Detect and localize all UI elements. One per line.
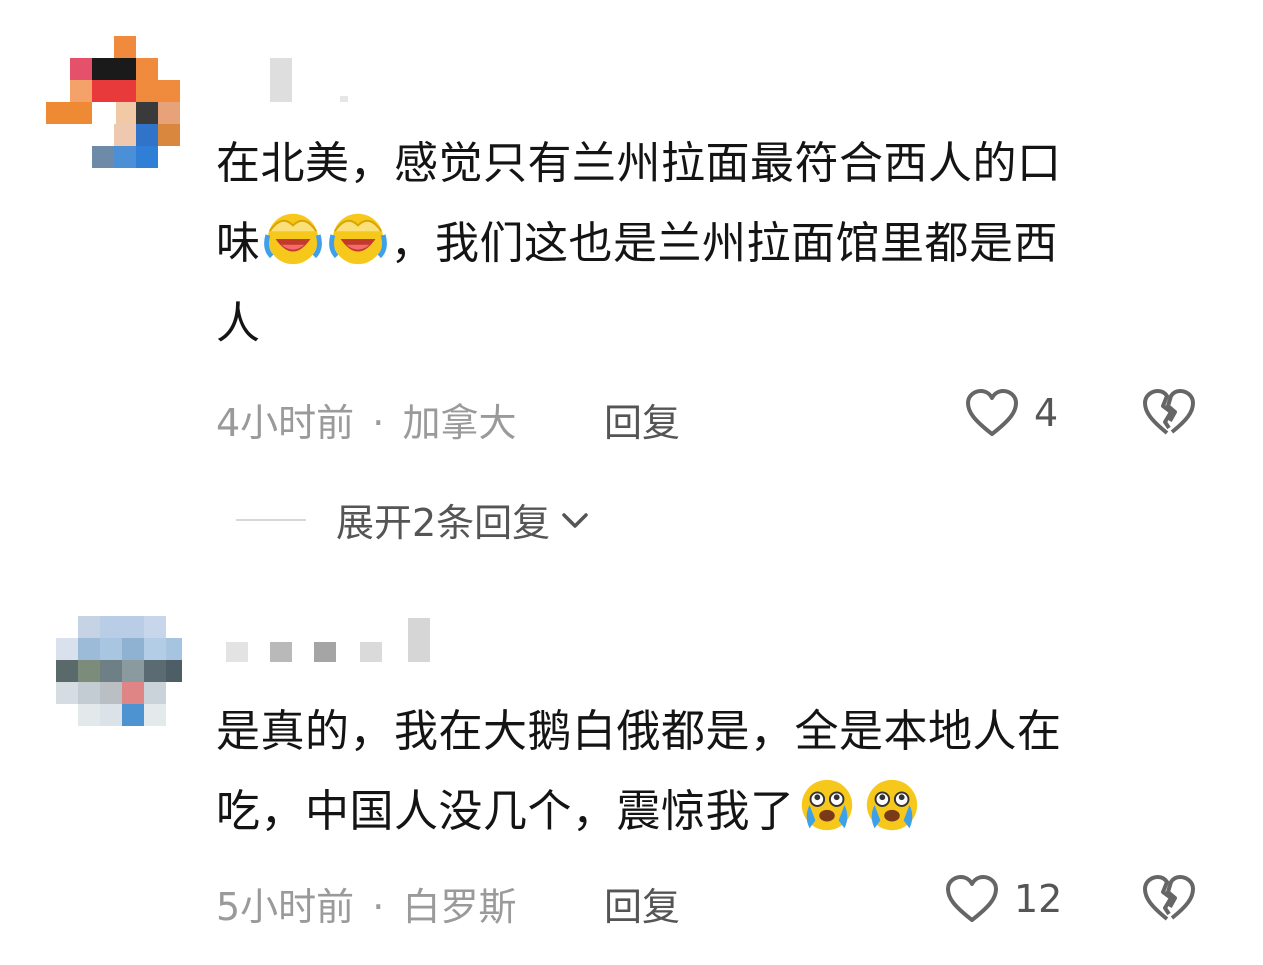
- comment-text-segment: ，我们这也是兰州拉面馆里都是西: [390, 218, 1058, 269]
- like-button[interactable]: 4: [964, 388, 1058, 438]
- location: 白罗斯: [402, 885, 517, 929]
- expand-replies-label: 展开2条回复: [336, 501, 551, 545]
- divider: [236, 518, 306, 521]
- comment-text-line: 人: [216, 298, 261, 349]
- avatar[interactable]: [56, 616, 182, 732]
- comment-text-line: 吃，中国人没几个，震惊我了: [216, 772, 1206, 852]
- broken-heart-icon[interactable]: [1141, 874, 1197, 924]
- heart-icon: [966, 389, 1018, 436]
- timestamp: 5小时前: [216, 885, 355, 929]
- face-holding-back-tears-laughing-icon: [263, 213, 322, 265]
- comment-text-segment: 吃，中国人没几个，震惊我了: [216, 786, 795, 837]
- like-count: 4: [1034, 391, 1059, 435]
- username[interactable]: [270, 58, 360, 104]
- comment-text-line: 味 ，我们这也是兰州拉面馆里都是西: [216, 204, 1206, 284]
- comment-text: 是真的，我在大鹅白俄都是，全是本地人在 吃，中国人没几个，震惊我了: [216, 692, 1206, 852]
- timestamp: 4小时前: [216, 401, 355, 445]
- like-count: 12: [1014, 877, 1063, 921]
- reply-button[interactable]: 回复: [604, 876, 680, 931]
- expand-replies-button[interactable]: 展开2条回复: [236, 492, 592, 547]
- comment-meta: 4小时前 · 加拿大: [216, 392, 516, 447]
- avatar[interactable]: [46, 36, 182, 172]
- face-holding-back-tears-laughing-icon: [328, 213, 387, 265]
- chevron-down-icon: [562, 512, 588, 528]
- like-button[interactable]: 12: [944, 874, 1062, 924]
- crying-face-icon: [866, 779, 917, 831]
- comment-text: 在北美，感觉只有兰州拉面最符合西人的口 味 ，我们这也是兰州拉面馆里都是西 人: [216, 124, 1206, 364]
- comment-text-line: 在北美，感觉只有兰州拉面最符合西人的口: [216, 138, 1062, 189]
- comment-meta: 5小时前 · 白罗斯: [216, 876, 516, 931]
- comment-text-line: 是真的，我在大鹅白俄都是，全是本地人在: [216, 706, 1062, 757]
- comment-text-segment: 味: [216, 218, 261, 269]
- separator: ·: [372, 401, 385, 445]
- heart-icon: [946, 875, 998, 922]
- username[interactable]: [226, 618, 436, 664]
- reply-button[interactable]: 回复: [604, 392, 680, 447]
- separator: ·: [372, 885, 385, 929]
- crying-face-icon: [801, 779, 852, 831]
- location: 加拿大: [402, 401, 517, 445]
- broken-heart-icon[interactable]: [1141, 388, 1197, 438]
